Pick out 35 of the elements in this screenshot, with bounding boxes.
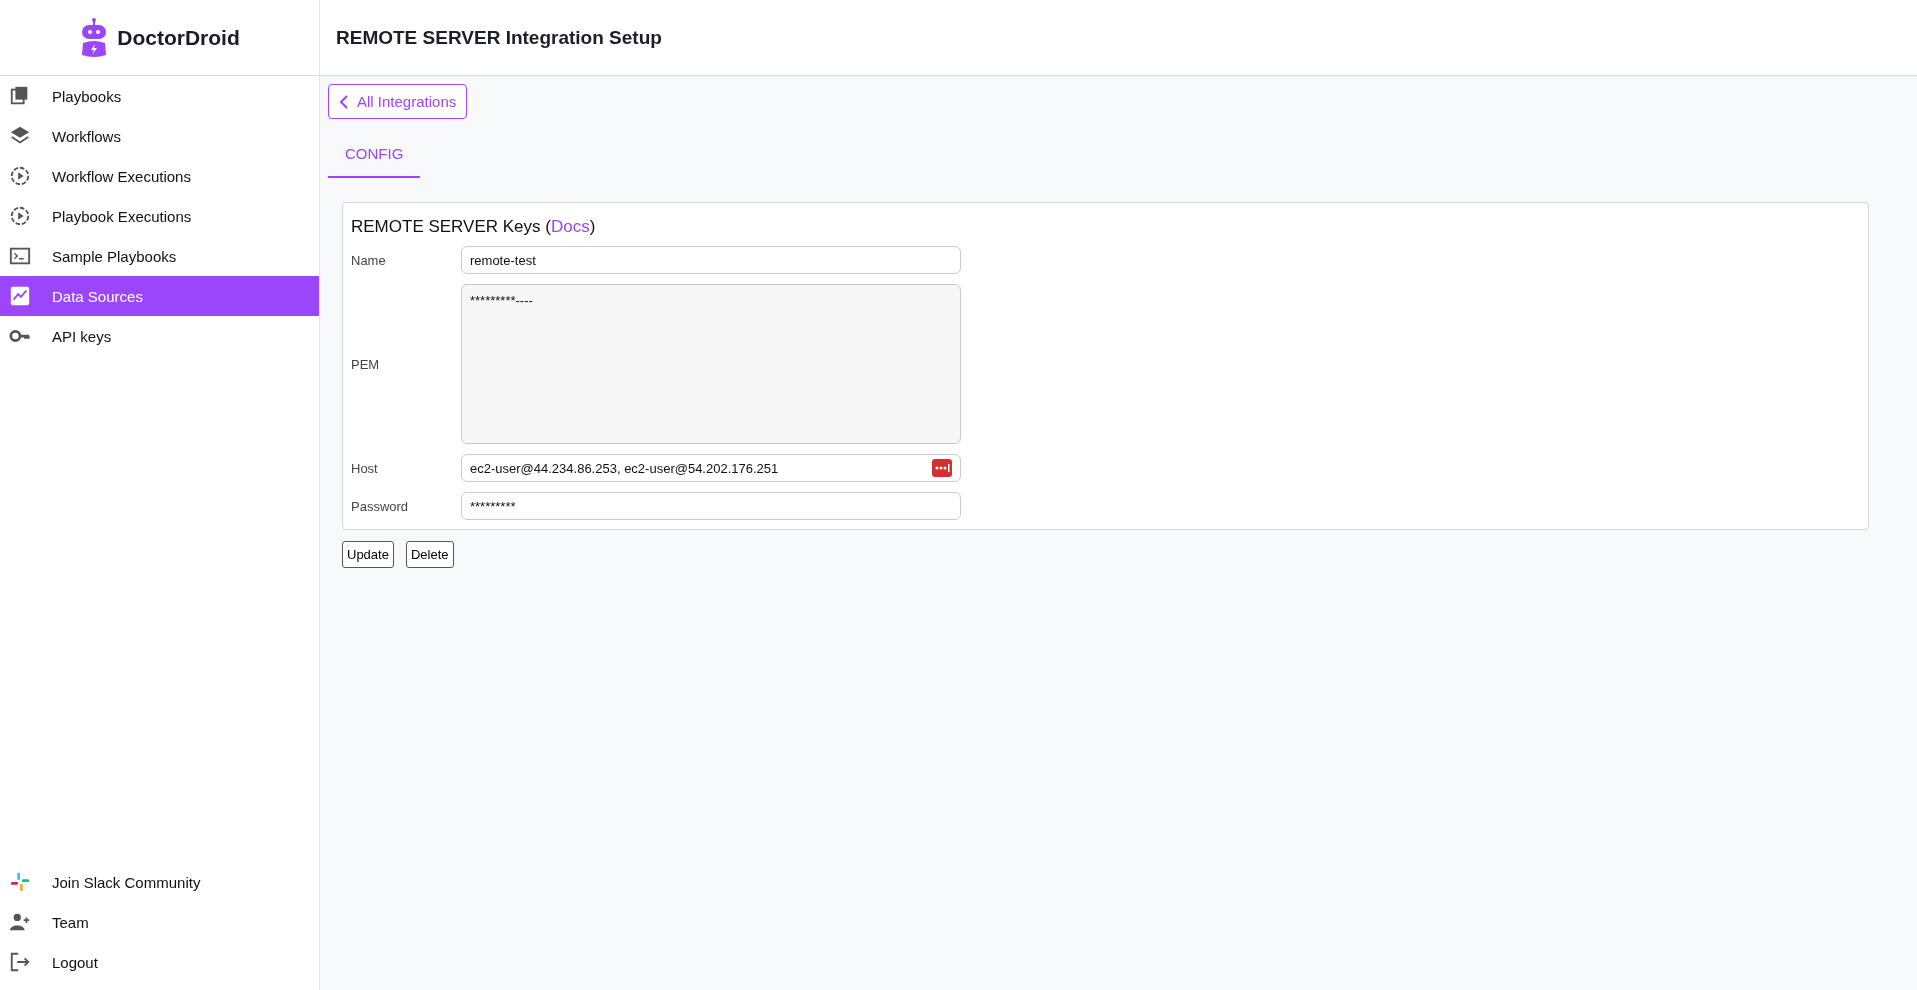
action-button[interactable]: Update xyxy=(342,541,394,568)
field-label: Host xyxy=(351,460,379,476)
terminal-icon xyxy=(9,245,31,267)
play-circle-icon xyxy=(9,205,31,227)
add-user-icon xyxy=(9,911,31,933)
field-label: PEM xyxy=(351,356,381,372)
tab[interactable]: CONFIG xyxy=(328,133,421,178)
play-circle-icon xyxy=(9,165,31,187)
chart-icon xyxy=(9,285,31,307)
password-manager-icon[interactable] xyxy=(932,459,952,477)
field-label: Password xyxy=(351,498,410,514)
sidebar-item[interactable]: Playbooks xyxy=(0,76,319,116)
brand-name: DoctorDroid xyxy=(117,25,240,50)
sidebar-item[interactable]: Data Sources xyxy=(0,276,319,316)
sidebar-item[interactable]: Sample Playbooks xyxy=(0,236,319,276)
slack-icon xyxy=(9,871,31,893)
input-field[interactable]: ********* xyxy=(461,492,961,520)
docs-link[interactable]: Docs xyxy=(550,217,590,236)
back-button[interactable]: All Integrations xyxy=(328,84,468,119)
sidebar-item[interactable]: Workflows xyxy=(0,116,319,156)
sidebar-item[interactable]: Join Slack Community xyxy=(0,862,319,902)
field-label: Name xyxy=(351,252,387,268)
action-button[interactable]: Delete xyxy=(405,541,454,568)
chevron-left-icon xyxy=(339,94,349,109)
text-area[interactable]: *********---- xyxy=(461,284,961,444)
sidebar-item[interactable]: API keys xyxy=(0,316,319,356)
sidebar-item[interactable]: Playbook Executions xyxy=(0,196,319,236)
page-title: REMOTE SERVER Integration Setup xyxy=(336,26,662,49)
sidebar-item[interactable]: Team xyxy=(0,902,319,942)
sidebar-item[interactable]: Logout xyxy=(0,942,319,982)
card-title: REMOTE SERVER Keys (Docs) xyxy=(351,217,597,237)
input-field[interactable]: remote-test xyxy=(461,246,961,274)
input-field[interactable]: ec2-user@44.234.86.253, ec2-user@54.202.176.251 xyxy=(461,454,961,482)
sidebar-item[interactable]: Workflow Executions xyxy=(0,156,319,196)
logout-icon xyxy=(9,951,31,973)
